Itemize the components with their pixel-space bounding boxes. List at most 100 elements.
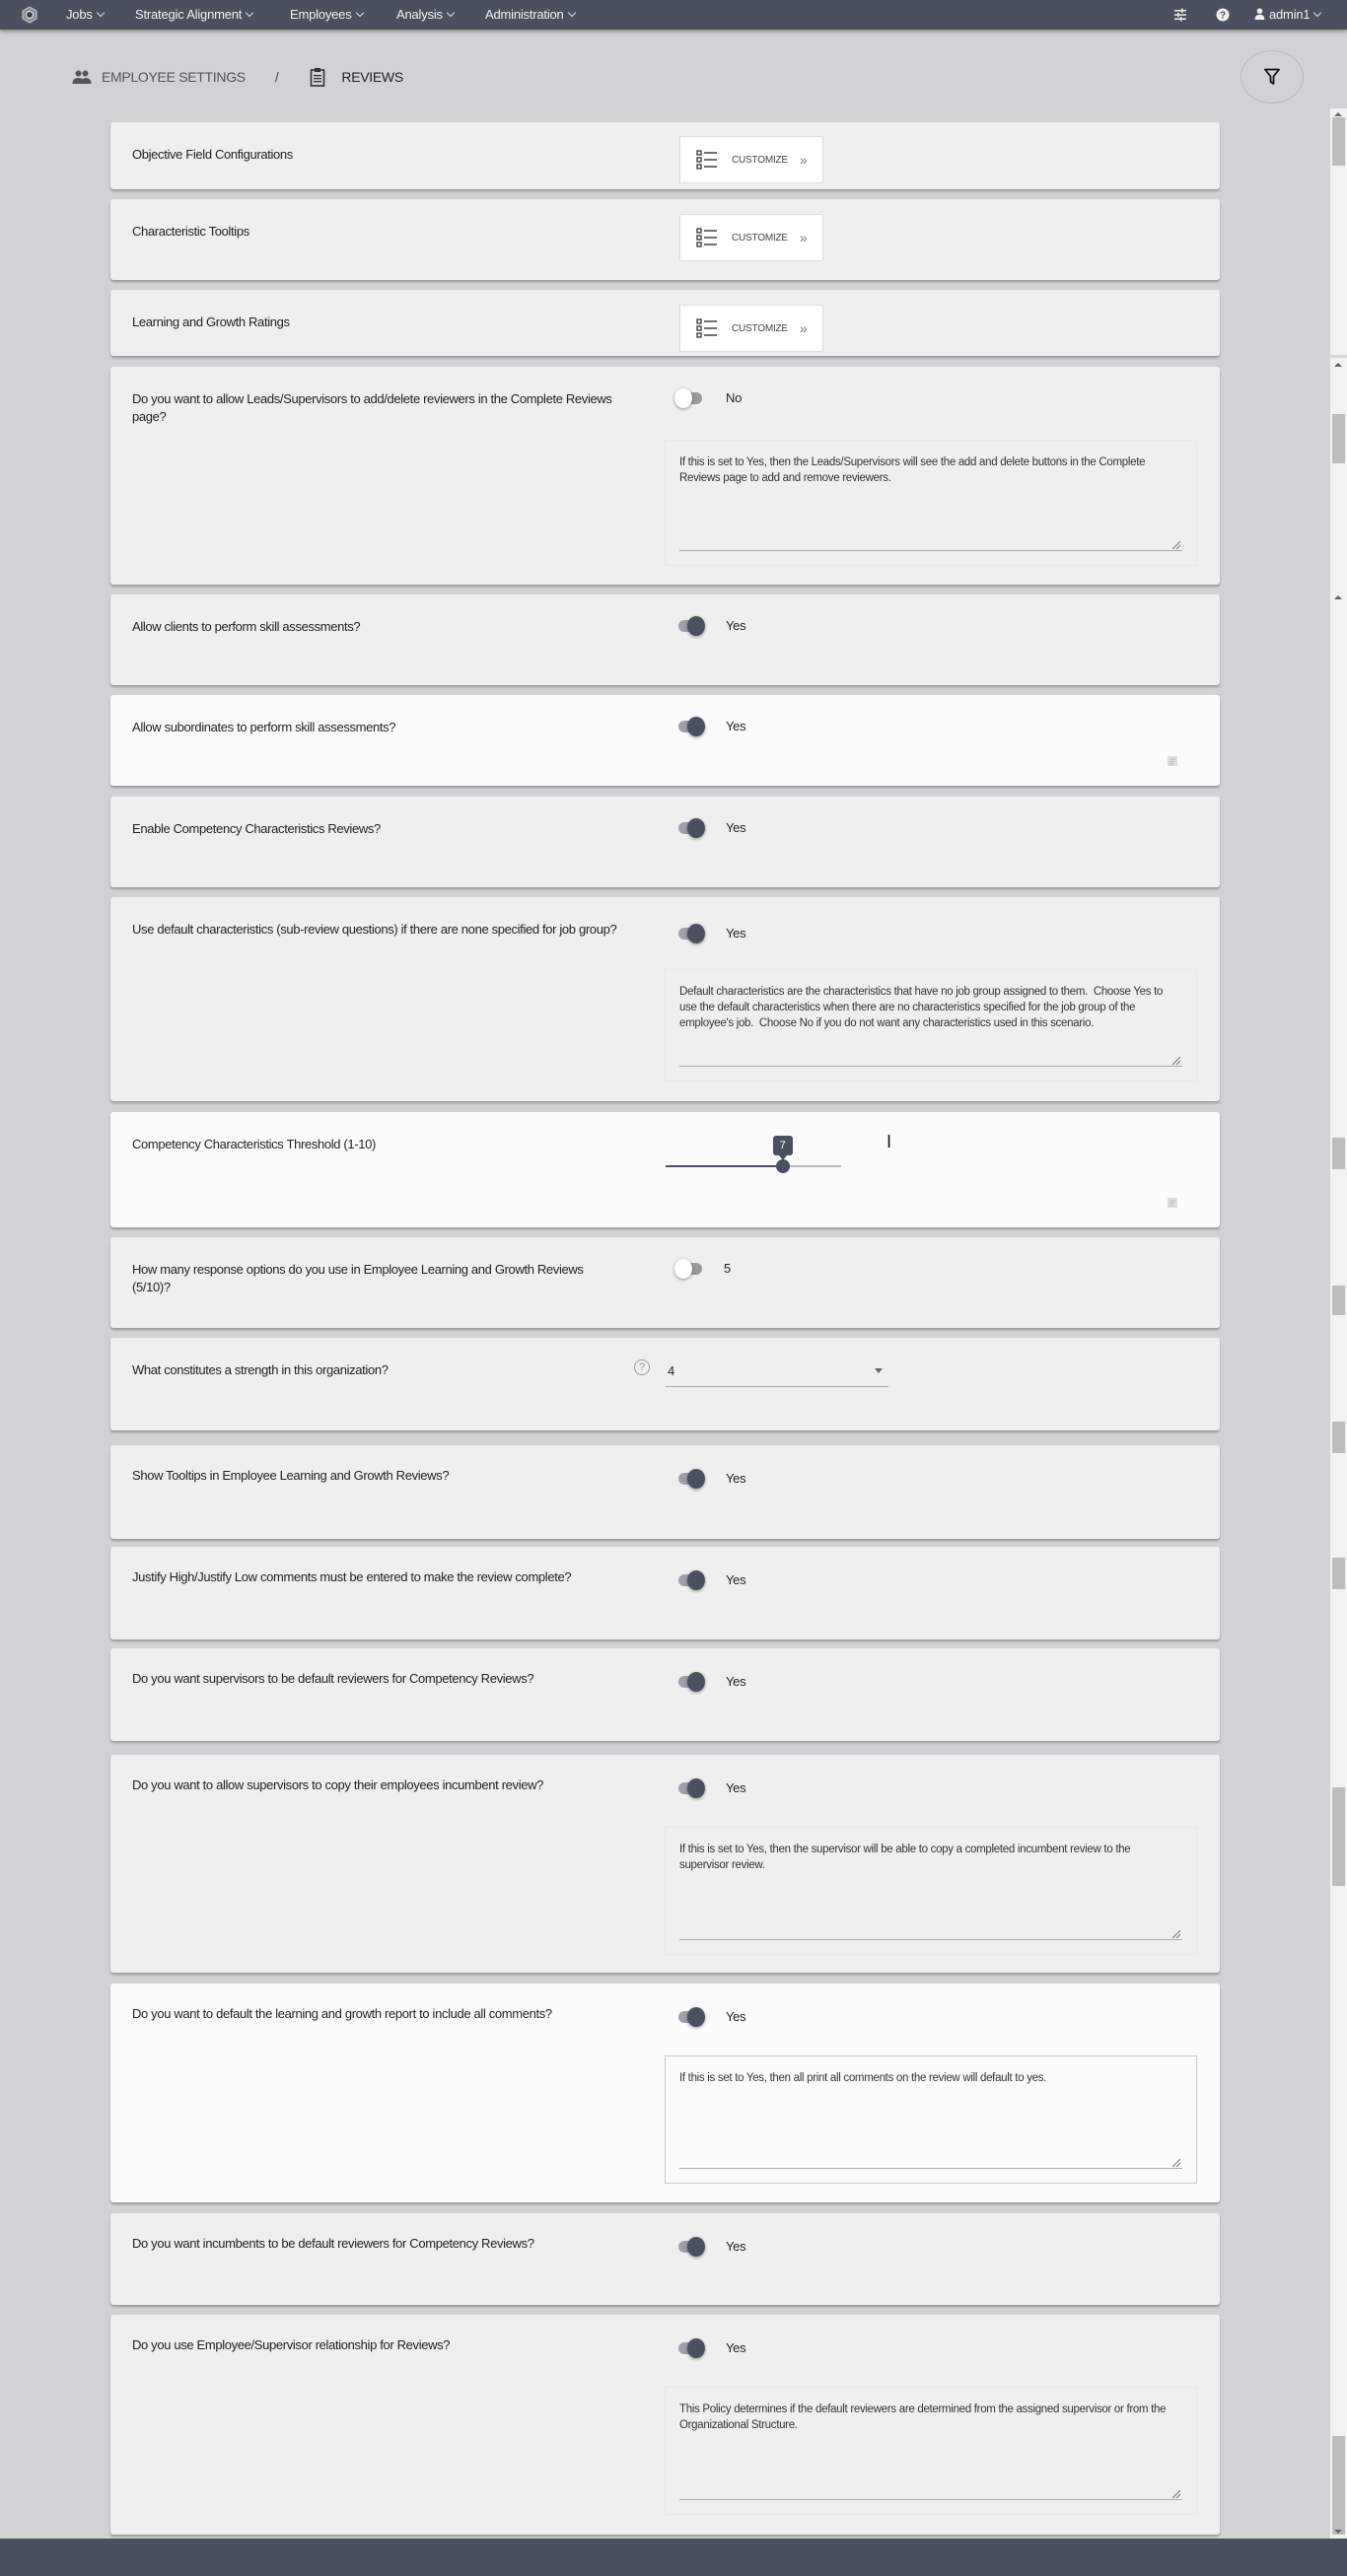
setting-card-characteristic-tooltips: Characteristic Tooltips CUSTOMIZE » xyxy=(110,199,1220,280)
setting-label: Allow subordinates to perform skill asse… xyxy=(132,720,396,734)
scroll-up-arrow-icon[interactable] xyxy=(1334,363,1342,367)
customize-button[interactable]: CUSTOMIZE » xyxy=(679,136,823,183)
setting-card-copy-incumbent-review: Do you want to allow supervisors to copy… xyxy=(110,1755,1220,1973)
footer-bar xyxy=(0,2539,1347,2576)
help-textarea[interactable]: If this is set to Yes, then all print al… xyxy=(679,2070,1182,2169)
scrollbar-thumb[interactable] xyxy=(1332,2436,1345,2535)
scrollbar-thumb[interactable] xyxy=(1332,1787,1345,1886)
toggle-value-label: Yes xyxy=(726,719,746,733)
setting-toggle[interactable] xyxy=(674,2338,706,2358)
scrollbar-thumb[interactable] xyxy=(1332,1138,1345,1169)
nav-administration-label: Administration xyxy=(485,7,564,22)
setting-card-strength-definition: What constitutes a strength in this orga… xyxy=(110,1338,1220,1430)
setting-label: Show Tooltips in Employee Learning and G… xyxy=(132,1468,450,1483)
nav-administration[interactable]: Administration xyxy=(485,0,576,30)
toggle-knob xyxy=(687,2237,705,2257)
scrollbar-thumb[interactable] xyxy=(1332,117,1345,166)
slider-fill xyxy=(666,1165,783,1167)
settings-sliders-icon[interactable] xyxy=(1172,7,1188,23)
help-textarea[interactable]: Default characteristics are the characte… xyxy=(679,984,1182,1067)
nav-employees[interactable]: Employees xyxy=(290,0,364,30)
scroll-up-arrow-icon[interactable] xyxy=(1334,595,1342,599)
nav-strategic-alignment[interactable]: Strategic Alignment xyxy=(135,0,254,30)
double-chevron-right-icon: » xyxy=(799,152,808,168)
chevron-down-icon xyxy=(245,8,254,18)
setting-toggle[interactable] xyxy=(674,2237,706,2257)
help-icon[interactable]: ? xyxy=(1215,7,1231,23)
setting-toggle[interactable] xyxy=(674,1469,706,1489)
resize-grip-icon[interactable] xyxy=(1172,2490,1180,2498)
toggle-value-label: Yes xyxy=(726,1471,746,1486)
customize-button[interactable]: CUSTOMIZE » xyxy=(679,305,823,352)
app-logo-icon[interactable] xyxy=(21,6,38,24)
breadcrumb-employee-settings[interactable]: EMPLOYEE SETTINGS xyxy=(102,69,246,85)
strength-select[interactable]: 4 xyxy=(666,1358,888,1387)
setting-card-enable-competency-reviews: Enable Competency Characteristics Review… xyxy=(110,797,1220,887)
setting-toggle[interactable] xyxy=(674,717,706,736)
toggle-knob xyxy=(687,616,705,636)
scroll-down-arrow-icon[interactable] xyxy=(1334,2530,1342,2534)
resize-grip-icon[interactable] xyxy=(1172,1930,1180,1938)
setting-label: Characteristic Tooltips xyxy=(132,224,249,239)
scrollbar-thumb[interactable] xyxy=(1332,414,1345,463)
customize-button[interactable]: CUSTOMIZE » xyxy=(679,214,823,261)
notes-icon[interactable] xyxy=(1167,1197,1178,1209)
help-circle-icon[interactable]: ? xyxy=(634,1359,650,1375)
chevron-down-icon xyxy=(1313,8,1322,18)
toggle-value-label: 5 xyxy=(724,1261,731,1276)
filter-button[interactable] xyxy=(1241,50,1304,104)
setting-card-objective-field-configurations: Objective Field Configurations CUSTOMIZE… xyxy=(110,122,1220,189)
scrollbar-thumb[interactable] xyxy=(1332,1422,1345,1453)
toggle-value-label: Yes xyxy=(726,820,746,835)
toggle-value-label: Yes xyxy=(726,1674,746,1689)
threshold-slider[interactable]: 7 xyxy=(666,1136,841,1173)
setting-card-use-default-characteristics: Use default characteristics (sub-review … xyxy=(110,897,1220,1101)
setting-card-show-tooltips: Show Tooltips in Employee Learning and G… xyxy=(110,1445,1220,1539)
user-icon xyxy=(1254,8,1265,20)
setting-toggle[interactable] xyxy=(674,1672,706,1692)
setting-toggle[interactable] xyxy=(674,1259,706,1279)
setting-toggle[interactable] xyxy=(674,388,706,408)
notes-icon[interactable] xyxy=(1167,755,1178,767)
toggle-knob xyxy=(674,388,692,408)
breadcrumb: EMPLOYEE SETTINGS / REVIEWS xyxy=(72,63,403,91)
help-text-area: If this is set to Yes, then all print al… xyxy=(665,2055,1197,2184)
list-icon xyxy=(696,150,717,170)
setting-toggle[interactable] xyxy=(674,818,706,838)
slider-thumb[interactable] xyxy=(775,1159,790,1173)
toggle-knob xyxy=(687,1469,705,1489)
setting-toggle[interactable] xyxy=(674,2007,706,2027)
help-textarea[interactable]: If this is set to Yes, then the Leads/Su… xyxy=(679,454,1182,551)
svg-text:?: ? xyxy=(1220,11,1226,22)
nav-analysis-label: Analysis xyxy=(396,7,443,22)
help-textarea[interactable]: This Policy determines if the default re… xyxy=(679,2402,1182,2500)
setting-label: Competency Characteristics Threshold (1-… xyxy=(132,1137,376,1151)
setting-card-supervisors-default-reviewers: Do you want supervisors to be default re… xyxy=(110,1648,1220,1741)
toggle-knob xyxy=(687,2007,705,2027)
setting-toggle[interactable] xyxy=(674,1570,706,1590)
scroll-up-arrow-icon[interactable] xyxy=(1334,112,1342,116)
scrollbar-thumb[interactable] xyxy=(1332,1286,1345,1315)
scrollbar-thumb[interactable] xyxy=(1332,1558,1345,1589)
setting-toggle[interactable] xyxy=(674,924,706,943)
setting-toggle[interactable] xyxy=(674,1778,706,1798)
resize-grip-icon[interactable] xyxy=(1172,1057,1180,1065)
nav-strategic-alignment-label: Strategic Alignment xyxy=(135,7,243,22)
resize-grip-icon[interactable] xyxy=(1172,541,1180,549)
resize-grip-icon[interactable] xyxy=(1172,2159,1180,2167)
slider-value-bubble: 7 xyxy=(772,1136,793,1160)
toggle-value-label: Yes xyxy=(726,2340,746,2355)
nav-analysis[interactable]: Analysis xyxy=(396,0,456,30)
setting-label: Use default characteristics (sub-review … xyxy=(132,922,617,937)
setting-card-learning-growth-ratings: Learning and Growth Ratings CUSTOMIZE » xyxy=(110,290,1220,356)
page-scrollbar[interactable] xyxy=(1330,108,1347,2539)
setting-card-justify-comments: Justify High/Justify Low comments must b… xyxy=(110,1547,1220,1639)
help-text-area: Default characteristics are the characte… xyxy=(665,969,1197,1081)
dropdown-caret-icon xyxy=(875,1368,883,1373)
help-textarea[interactable]: If this is set to Yes, then the supervis… xyxy=(679,1842,1182,1940)
user-menu[interactable]: admin1 xyxy=(1254,0,1322,30)
nav-jobs[interactable]: Jobs xyxy=(66,0,105,30)
setting-toggle[interactable] xyxy=(674,616,706,636)
setting-card-default-all-comments: Do you want to default the learning and … xyxy=(110,1984,1220,2202)
chevron-down-icon xyxy=(355,8,364,18)
